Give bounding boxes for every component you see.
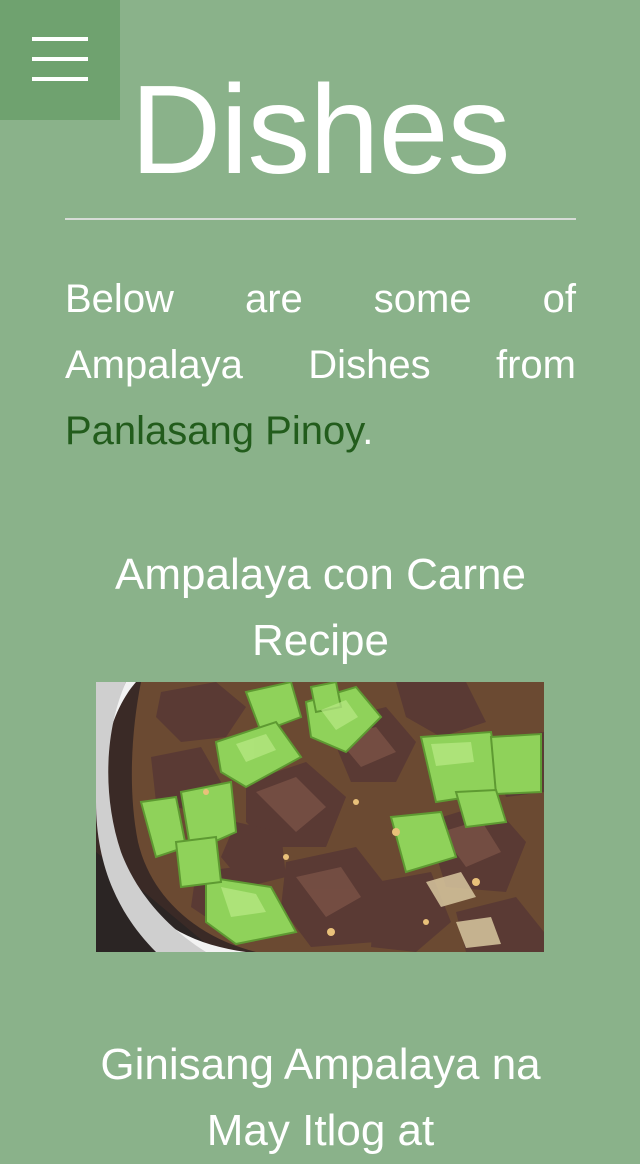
intro-paragraph: Below are some of Ampalaya Dishes from P…: [65, 266, 576, 464]
title-divider: [65, 218, 576, 220]
page-title: Dishes: [130, 59, 510, 200]
intro-text-end: .: [362, 409, 374, 453]
ampalaya-con-carne-photo[interactable]: [96, 682, 544, 952]
dish-title[interactable]: Ginisang Ampalaya na May Itlog at: [65, 1032, 576, 1164]
dish-title[interactable]: Ampalaya con Carne Recipe: [65, 542, 576, 674]
hamburger-menu-icon: [32, 37, 88, 41]
intro-text: Below are some of Ampalaya Dishes from: [65, 277, 576, 387]
panlasang-pinoy-link[interactable]: Panlasang Pinoy: [65, 409, 362, 453]
